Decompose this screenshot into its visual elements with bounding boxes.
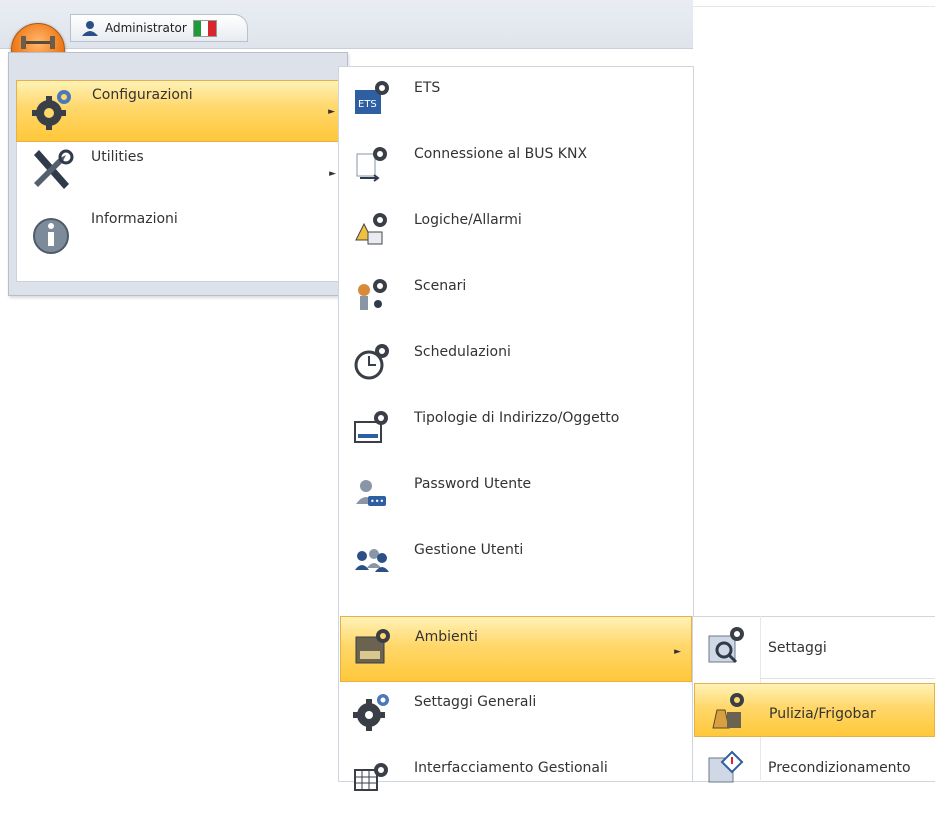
menu-item-label: Settaggi Generali bbox=[414, 694, 537, 710]
italy-flag-icon bbox=[192, 19, 217, 37]
menu-item-ets[interactable]: ETS ETS bbox=[340, 68, 692, 134]
user-tab[interactable]: Administrator bbox=[70, 14, 248, 42]
submenu-separator bbox=[760, 678, 935, 679]
submenu-arrow-icon: ► bbox=[329, 169, 336, 179]
general-settings-icon bbox=[353, 694, 389, 731]
menu-item-label: Scenari bbox=[414, 278, 467, 294]
menu-item-label: Utilities bbox=[91, 149, 144, 165]
submenu-arrow-icon: ► bbox=[328, 107, 335, 117]
submenu-arrow-icon: ► bbox=[674, 647, 681, 657]
menu-item-label: ETS bbox=[414, 80, 441, 96]
scenario-icon bbox=[358, 279, 387, 310]
address-type-icon bbox=[354, 411, 388, 443]
menu-item-configurazioni[interactable]: Configurazioni ► bbox=[16, 80, 344, 142]
users-icon bbox=[355, 549, 389, 572]
menu-item-label: Ambienti bbox=[415, 629, 478, 645]
user-name: Administrator bbox=[105, 21, 187, 35]
ribbon-divider bbox=[693, 6, 935, 7]
info-icon bbox=[33, 218, 69, 254]
menu-item-interfacciamento-gestionali[interactable]: Interfacciamento Gestionali bbox=[340, 748, 692, 814]
menu-item-label: Pulizia/Frigobar bbox=[769, 706, 876, 722]
menu-item-label: Configurazioni bbox=[92, 87, 193, 103]
password-user-icon: ••• bbox=[356, 480, 386, 506]
menu-item-gestione-utenti[interactable]: Gestione Utenti bbox=[340, 530, 692, 596]
menu-item-label: Tipologie di Indirizzo/Oggetto bbox=[414, 410, 620, 426]
menu-item-settaggi[interactable]: Settaggi bbox=[694, 618, 935, 676]
menu-item-label: Gestione Utenti bbox=[414, 542, 524, 558]
bus-connection-icon bbox=[356, 147, 387, 182]
menu-item-informazioni[interactable]: Informazioni bbox=[16, 205, 344, 267]
menu-item-password-utente[interactable]: ••• Password Utente bbox=[340, 464, 692, 530]
menu-item-schedulazioni[interactable]: Schedulazioni bbox=[340, 332, 692, 398]
menu-item-label: Informazioni bbox=[91, 211, 178, 227]
preconditioning-icon bbox=[708, 750, 744, 783]
menu-item-label: Logiche/Allarmi bbox=[414, 212, 522, 228]
menu-item-precondizionamento[interactable]: Precondizionamento bbox=[694, 738, 935, 796]
menu-item-logiche-allarmi[interactable]: Logiche/Allarmi bbox=[340, 200, 692, 266]
menu-item-label: Interfacciamento Gestionali bbox=[414, 760, 608, 776]
management-interface-icon bbox=[354, 763, 388, 791]
menu-item-label: Password Utente bbox=[414, 476, 532, 492]
menu-item-label: Settaggi bbox=[768, 640, 827, 656]
menu-item-label: Schedulazioni bbox=[414, 344, 511, 360]
cleaning-minibar-icon bbox=[712, 693, 744, 729]
room-settings-icon bbox=[708, 627, 744, 664]
svg-text:ETS: ETS bbox=[358, 99, 377, 110]
gear-icon bbox=[32, 90, 71, 130]
menu-item-settaggi-generali[interactable]: Settaggi Generali bbox=[340, 682, 692, 748]
clock-icon bbox=[354, 344, 389, 380]
ets-icon: ETS bbox=[355, 81, 389, 114]
logic-alarm-icon bbox=[355, 213, 387, 245]
menu-item-scenari[interactable]: Scenari bbox=[340, 266, 692, 332]
menu-item-tipologie-indirizzo[interactable]: Tipologie di Indirizzo/Oggetto bbox=[340, 398, 692, 464]
menu-item-label: Connessione al BUS KNX bbox=[414, 146, 588, 162]
menu-item-ambienti[interactable]: Ambienti ► bbox=[340, 616, 692, 682]
menu-item-connessione-bus[interactable]: Connessione al BUS KNX bbox=[340, 134, 692, 200]
menu-item-label: Precondizionamento bbox=[768, 760, 911, 776]
menu-item-utilities[interactable]: Utilities ► bbox=[16, 143, 344, 205]
svg-text:•••: ••• bbox=[370, 497, 384, 506]
rooms-icon bbox=[355, 629, 390, 664]
menu-item-pulizia-frigobar[interactable]: Pulizia/Frigobar bbox=[694, 683, 935, 737]
tools-icon bbox=[34, 149, 74, 189]
user-icon bbox=[82, 21, 98, 36]
